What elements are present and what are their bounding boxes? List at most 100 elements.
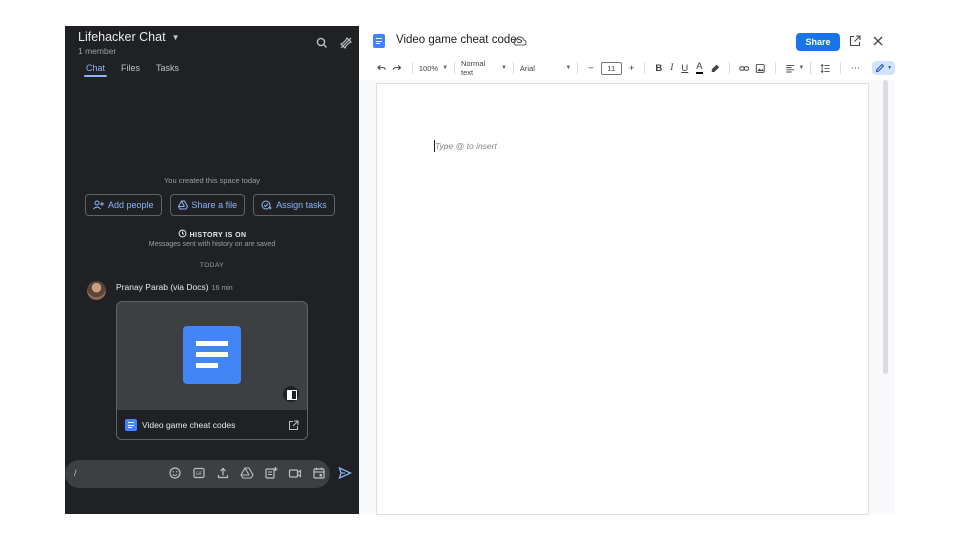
gif-icon[interactable]: GIF <box>192 466 206 480</box>
undo-icon[interactable] <box>376 63 386 74</box>
more-options-button[interactable]: ⋯ <box>851 63 861 74</box>
document-title[interactable]: Video game cheat codes <box>396 34 522 46</box>
font-select[interactable]: Arial ▼ <box>520 64 571 73</box>
toolbar-divider <box>810 62 812 74</box>
align-left-icon[interactable] <box>785 63 795 74</box>
toolbar-divider <box>411 62 413 74</box>
redo-icon[interactable] <box>392 63 402 74</box>
assign-tasks-button[interactable]: Assign tasks <box>253 194 335 216</box>
member-count: 1 member <box>78 46 117 56</box>
line-spacing-icon[interactable] <box>820 63 830 74</box>
add-person-icon <box>93 200 104 210</box>
chat-panel: Lifehacker Chat ▼ 1 member Chat Files Ta… <box>65 26 359 514</box>
open-in-new-icon[interactable] <box>849 35 861 47</box>
send-icon[interactable] <box>338 466 353 480</box>
space-created-notice: You created this space today <box>163 176 261 185</box>
docs-header: Video game cheat codes Share <box>359 26 895 56</box>
emoji-icon[interactable] <box>168 466 182 480</box>
share-file-button[interactable]: Share a file <box>169 194 246 216</box>
attachment-name: Video game cheat codes <box>142 420 236 430</box>
dropdown-arrow-icon[interactable]: ▼ <box>798 65 804 71</box>
dropdown-arrow-icon: ▼ <box>565 65 572 71</box>
history-title: HISTORY IS ON <box>189 232 247 239</box>
share-file-label: Share a file <box>191 200 238 210</box>
caret-down-icon: ▼ <box>171 32 180 42</box>
assign-task-icon <box>261 200 272 210</box>
insert-image-icon[interactable] <box>755 63 766 74</box>
text-color-button[interactable]: A <box>696 62 703 74</box>
docs-toolbar: 100% ▼ Normal text ▼ Arial ▼ − 11 + B I U A <box>359 56 896 80</box>
space-title-dropdown[interactable]: Lifehacker Chat ▼ <box>78 30 179 44</box>
message-header: Pranay Parab (via Docs) 16 min <box>116 282 233 292</box>
scrollbar[interactable] <box>883 80 888 374</box>
doc-preview[interactable] <box>117 302 307 410</box>
underline-button[interactable]: U <box>681 63 688 74</box>
message-time: 16 min <box>211 285 233 292</box>
svg-text:GIF: GIF <box>196 471 203 476</box>
toolbar-divider <box>512 62 514 74</box>
upload-icon[interactable] <box>216 466 230 480</box>
drive-icon[interactable] <box>240 466 254 480</box>
space-title: Lifehacker Chat <box>78 30 166 44</box>
docs-panel: Video game cheat codes Share 100% ▼ Norma… <box>359 26 896 514</box>
editing-mode-button[interactable]: ▼ <box>872 61 896 75</box>
attachment-footer: Video game cheat codes <box>117 410 307 439</box>
tab-tasks[interactable]: Tasks <box>148 63 187 77</box>
docs-logo-icon <box>373 34 385 48</box>
drive-icon <box>177 200 188 210</box>
increase-font-size-button[interactable]: + <box>629 63 635 74</box>
dropdown-arrow-icon: ▼ <box>442 65 449 71</box>
document-page[interactable]: Type @ to insert <box>377 84 868 514</box>
link-icon[interactable] <box>739 63 750 74</box>
toolbar-divider <box>774 62 776 74</box>
add-doc-icon[interactable] <box>264 466 278 480</box>
composer-input[interactable]: / <box>74 468 77 478</box>
calendar-icon[interactable] <box>312 466 326 480</box>
search-icon[interactable] <box>315 36 329 50</box>
history-subtitle: Messages sent with history on are saved <box>148 241 276 248</box>
google-docs-icon <box>183 326 241 384</box>
message-composer[interactable]: / GIF <box>65 460 330 488</box>
preview-toggle-icon[interactable] <box>283 386 299 402</box>
toolbar-divider <box>577 62 579 74</box>
font-value: Arial <box>519 63 535 73</box>
docs-file-icon <box>125 419 137 431</box>
history-status: HISTORY IS ON <box>65 229 359 239</box>
assign-tasks-label: Assign tasks <box>276 200 327 210</box>
zoom-select[interactable]: 100% ▼ <box>419 64 448 73</box>
dropdown-arrow-icon: ▼ <box>887 65 893 71</box>
close-icon[interactable] <box>872 35 884 47</box>
decrease-font-size-button[interactable]: − <box>588 63 594 74</box>
chat-header: Lifehacker Chat ▼ 1 member Chat Files Ta… <box>65 26 359 80</box>
toolbar-divider <box>644 62 646 74</box>
tab-chat[interactable]: Chat <box>78 63 113 77</box>
text-style-value: Normal text <box>460 59 486 77</box>
avatar[interactable] <box>87 281 106 300</box>
zoom-value: 100% <box>418 63 439 73</box>
doc-attachment-card[interactable]: Video game cheat codes <box>116 301 308 440</box>
pencil-icon <box>875 63 885 73</box>
highlight-pen-icon[interactable] <box>710 63 720 74</box>
unpin-icon[interactable] <box>339 36 353 50</box>
app-window: Lifehacker Chat ▼ 1 member Chat Files Ta… <box>65 26 896 514</box>
chat-tabs: Chat Files Tasks <box>78 63 187 77</box>
cloud-saved-icon <box>513 36 527 46</box>
italic-button[interactable]: I <box>670 63 673 73</box>
date-divider: TODAY <box>199 262 225 269</box>
toolbar-divider <box>839 62 841 74</box>
open-in-new-icon[interactable] <box>288 420 299 431</box>
add-people-button[interactable]: Add people <box>85 194 162 216</box>
add-people-label: Add people <box>108 200 154 210</box>
video-meet-icon[interactable] <box>288 466 302 480</box>
space-actions: Add people Share a file Assign tasks <box>85 194 335 216</box>
toolbar-divider <box>729 62 731 74</box>
share-button[interactable]: Share <box>796 33 840 51</box>
text-style-select[interactable]: Normal text ▼ <box>461 59 507 77</box>
document-placeholder[interactable]: Type @ to insert <box>435 141 497 151</box>
history-icon <box>178 229 187 238</box>
bold-button[interactable]: B <box>655 63 662 74</box>
tab-files[interactable]: Files <box>113 63 148 77</box>
sender-name: Pranay Parab (via Docs) <box>116 282 209 292</box>
toolbar-divider <box>454 62 455 74</box>
font-size-input[interactable]: 11 <box>600 61 622 75</box>
